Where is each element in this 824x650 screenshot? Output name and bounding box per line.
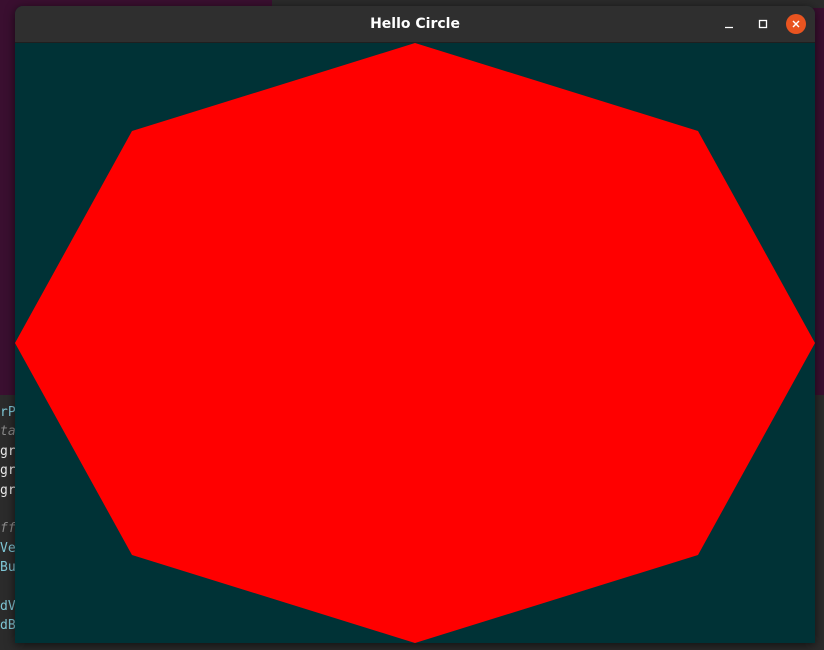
maximize-button[interactable]	[753, 14, 773, 34]
title-bar[interactable]: Hello Circle	[15, 6, 815, 43]
app-window[interactable]: Hello Circle	[15, 6, 815, 643]
gl-canvas[interactable]	[15, 43, 815, 643]
window-title: Hello Circle	[370, 16, 460, 32]
close-button[interactable]	[786, 14, 806, 34]
red-octagon	[15, 43, 815, 643]
desktop: rP ta gr gr gr ff Ve Bu dV dB Hello Circle	[0, 0, 824, 650]
canvas-svg	[15, 43, 815, 643]
maximize-icon	[758, 19, 768, 29]
minimize-icon	[725, 26, 733, 29]
minimize-button[interactable]	[719, 14, 739, 34]
close-icon	[792, 20, 800, 28]
